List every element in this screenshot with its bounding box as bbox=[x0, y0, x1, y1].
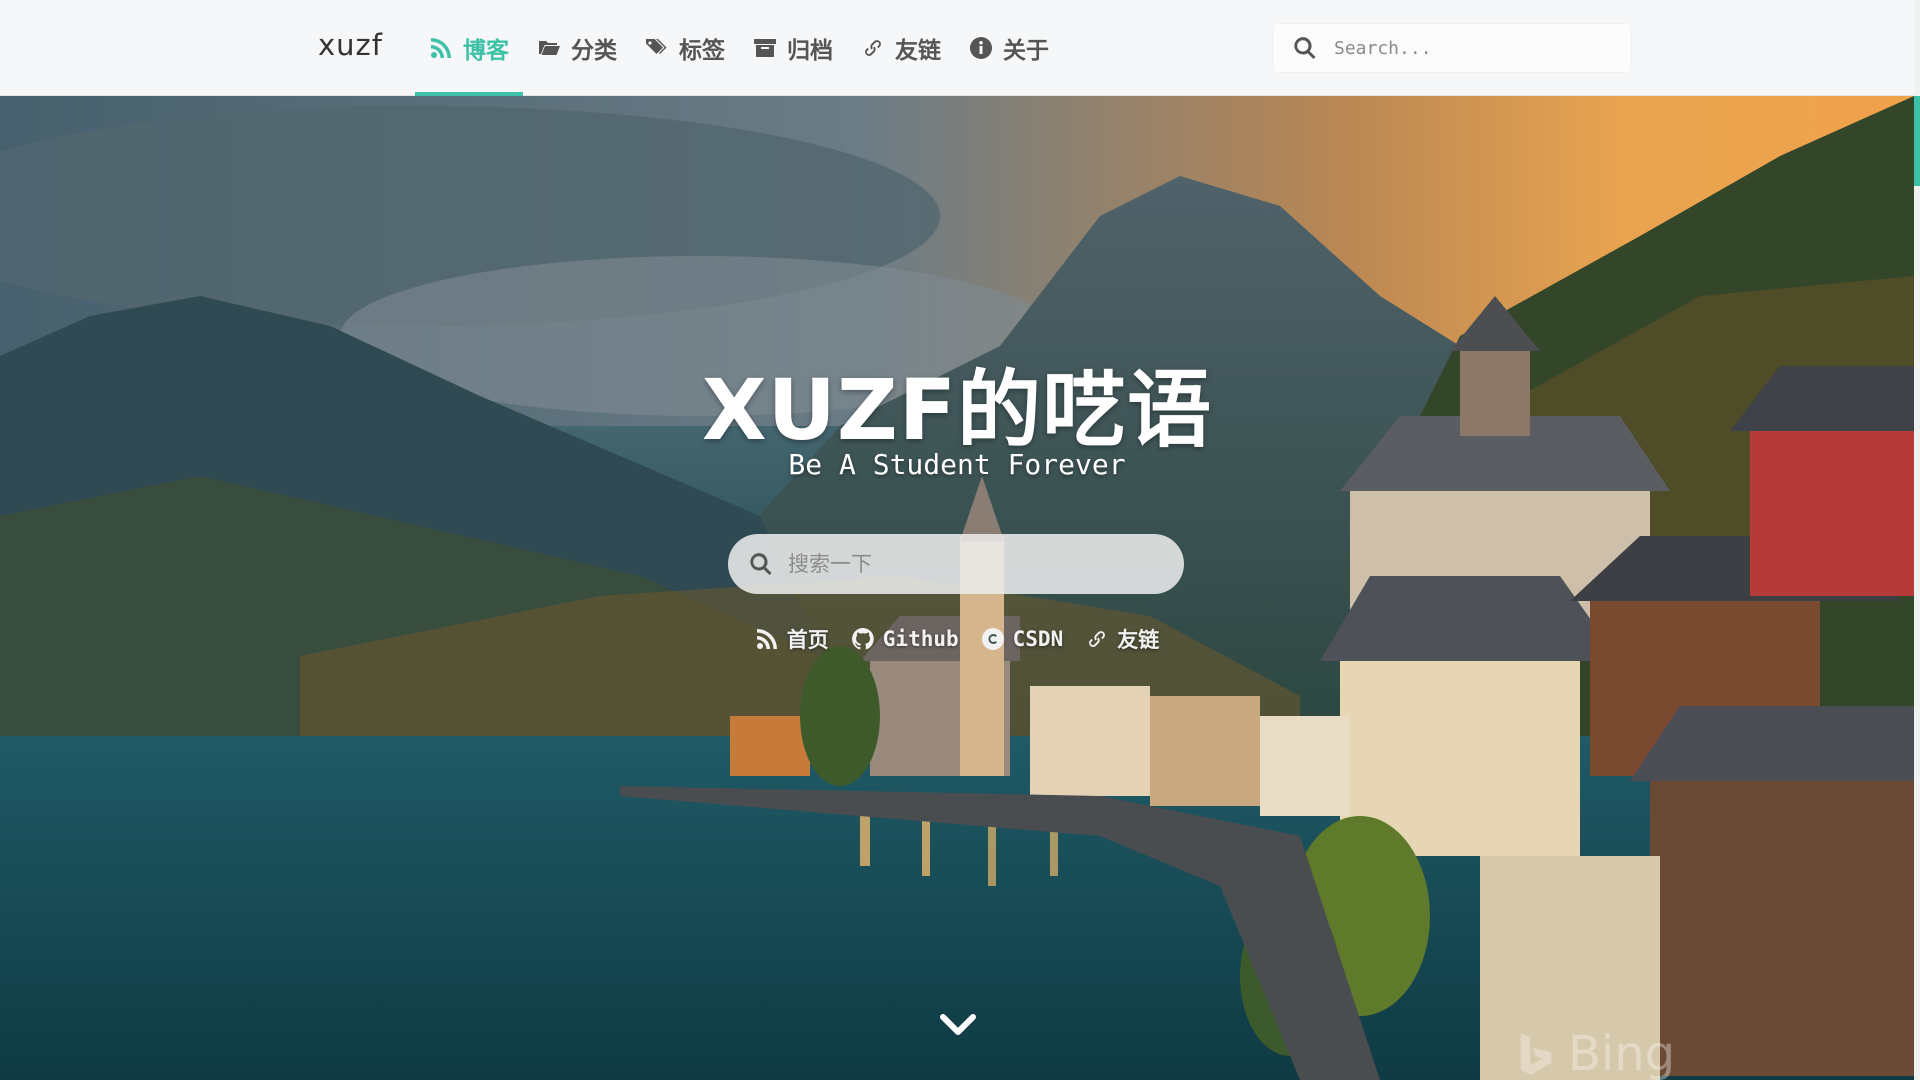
top-navbar: xuzf 博客 分类 标签 归档 友链 关于 bbox=[0, 0, 1914, 96]
hero-link-github[interactable]: Github bbox=[851, 624, 959, 654]
site-brand[interactable]: xuzf bbox=[318, 28, 383, 62]
github-icon bbox=[851, 628, 874, 650]
hero-search[interactable] bbox=[728, 534, 1184, 594]
hero-link-label: CSDN bbox=[1012, 627, 1064, 651]
bing-watermark: Bing bbox=[1516, 1026, 1675, 1080]
scroll-down-button[interactable] bbox=[940, 1010, 976, 1040]
link-icon bbox=[865, 40, 881, 56]
nav-item-categories[interactable]: 分类 bbox=[523, 0, 631, 96]
nav-item-links[interactable]: 友链 bbox=[847, 0, 955, 96]
hero-banner: XUZF的呓语 Be A Student Forever 首页 Github C… bbox=[0, 96, 1914, 1080]
navbar-search[interactable] bbox=[1272, 23, 1632, 73]
watermark-text: Bing bbox=[1568, 1026, 1676, 1080]
tags-icon bbox=[646, 39, 667, 54]
nav-item-tags[interactable]: 标签 bbox=[631, 0, 739, 96]
archive-icon bbox=[754, 39, 776, 57]
hero-links: 首页 Github CSDN 友链 bbox=[0, 624, 1914, 654]
rss-icon bbox=[756, 629, 777, 649]
hero-link-label: 首页 bbox=[786, 628, 829, 652]
nav-item-label: 标签 bbox=[679, 38, 725, 64]
bing-logo-icon bbox=[1520, 1032, 1552, 1076]
hero-subtitle: Be A Student Forever bbox=[788, 448, 1126, 481]
csdn-icon bbox=[981, 628, 1004, 650]
page-scrollbar[interactable] bbox=[1914, 0, 1920, 1080]
hero-link-home[interactable]: 首页 bbox=[755, 624, 829, 654]
nav-item-about[interactable]: 关于 bbox=[955, 0, 1063, 96]
hero-link-label: Github bbox=[882, 627, 959, 651]
hero-link-label: 友链 bbox=[1117, 628, 1160, 652]
link-icon bbox=[1089, 631, 1106, 647]
nav-item-label: 归档 bbox=[787, 38, 833, 64]
scrollbar-thumb[interactable] bbox=[1914, 96, 1920, 186]
nav-item-blog[interactable]: 博客 bbox=[415, 0, 523, 96]
rss-icon bbox=[431, 38, 451, 58]
folder-icon bbox=[539, 41, 560, 55]
nav-menu: 博客 分类 标签 归档 友链 关于 bbox=[415, 0, 1063, 96]
hero-link-csdn[interactable]: CSDN bbox=[981, 624, 1064, 654]
nav-item-label: 友链 bbox=[895, 38, 941, 64]
hero-link-friends[interactable]: 友链 bbox=[1085, 624, 1159, 654]
nav-item-archive[interactable]: 归档 bbox=[739, 0, 847, 96]
hero-title: XUZF的呓语 bbox=[701, 361, 1213, 459]
nav-item-label: 分类 bbox=[571, 38, 617, 64]
navbar-search-input[interactable] bbox=[1334, 37, 1604, 59]
chevron-down-icon bbox=[940, 1014, 976, 1035]
search-icon bbox=[1294, 37, 1316, 60]
search-icon bbox=[750, 553, 772, 576]
nav-item-label: 关于 bbox=[1003, 38, 1049, 64]
hero-search-input[interactable] bbox=[788, 552, 1148, 576]
nav-item-label: 博客 bbox=[463, 38, 509, 64]
info-icon bbox=[970, 37, 992, 59]
